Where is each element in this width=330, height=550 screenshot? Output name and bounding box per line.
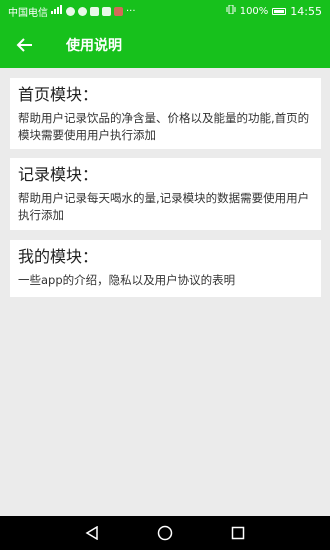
status-bar: 中国电信 ··· 100% 14:55	[0, 0, 330, 22]
notification-icon	[78, 6, 87, 16]
page-title: 使用说明	[66, 38, 122, 54]
section-card-record: 记录模块： 帮助用户记录每天喝水的量,记录模块的数据需要使用用户执行添加	[10, 158, 321, 230]
notification-icon	[66, 6, 75, 16]
vibrate-icon	[226, 4, 236, 17]
status-left: 中国电信 ···	[8, 4, 136, 19]
section-title: 首页模块：	[18, 85, 99, 104]
square-recent-icon	[232, 526, 245, 540]
section-title: 记录模块：	[18, 165, 99, 184]
nav-home-button[interactable]	[150, 518, 180, 548]
circle-home-icon	[157, 525, 173, 541]
notification-icon	[102, 6, 111, 16]
nav-recent-button[interactable]	[223, 518, 253, 548]
system-nav-bar	[0, 516, 330, 550]
notification-icon	[114, 6, 123, 16]
app-bar: 使用说明	[0, 22, 330, 68]
battery-icon	[272, 7, 287, 15]
signal-icon	[51, 5, 63, 17]
section-description: 帮助用户记录每天喝水的量,记录模块的数据需要使用用户执行添加	[18, 191, 310, 222]
arrow-left-icon	[16, 38, 32, 52]
clock: 14:55	[290, 4, 322, 18]
nav-back-button[interactable]	[77, 518, 107, 548]
section-card-home: 首页模块： 帮助用户记录饮品的净含量、价格以及能量的功能,首页的模块需要使用用户…	[10, 78, 321, 149]
battery-percent: 100%	[239, 5, 269, 17]
notification-icon	[90, 6, 99, 16]
section-card-mine: 我的模块： 一些app的介绍，隐私以及用户协议的表明	[10, 240, 321, 297]
section-title: 我的模块：	[18, 247, 99, 266]
triangle-back-icon	[85, 526, 98, 540]
section-description: 帮助用户记录饮品的净含量、价格以及能量的功能,首页的模块需要使用用户执行添加	[18, 111, 310, 142]
carrier-label: 中国电信	[8, 7, 48, 19]
section-description: 一些app的介绍，隐私以及用户协议的表明	[18, 273, 236, 287]
more-notifications-icon: ···	[126, 5, 136, 17]
status-right: 100% 14:55	[226, 4, 322, 18]
back-button[interactable]	[0, 22, 50, 68]
